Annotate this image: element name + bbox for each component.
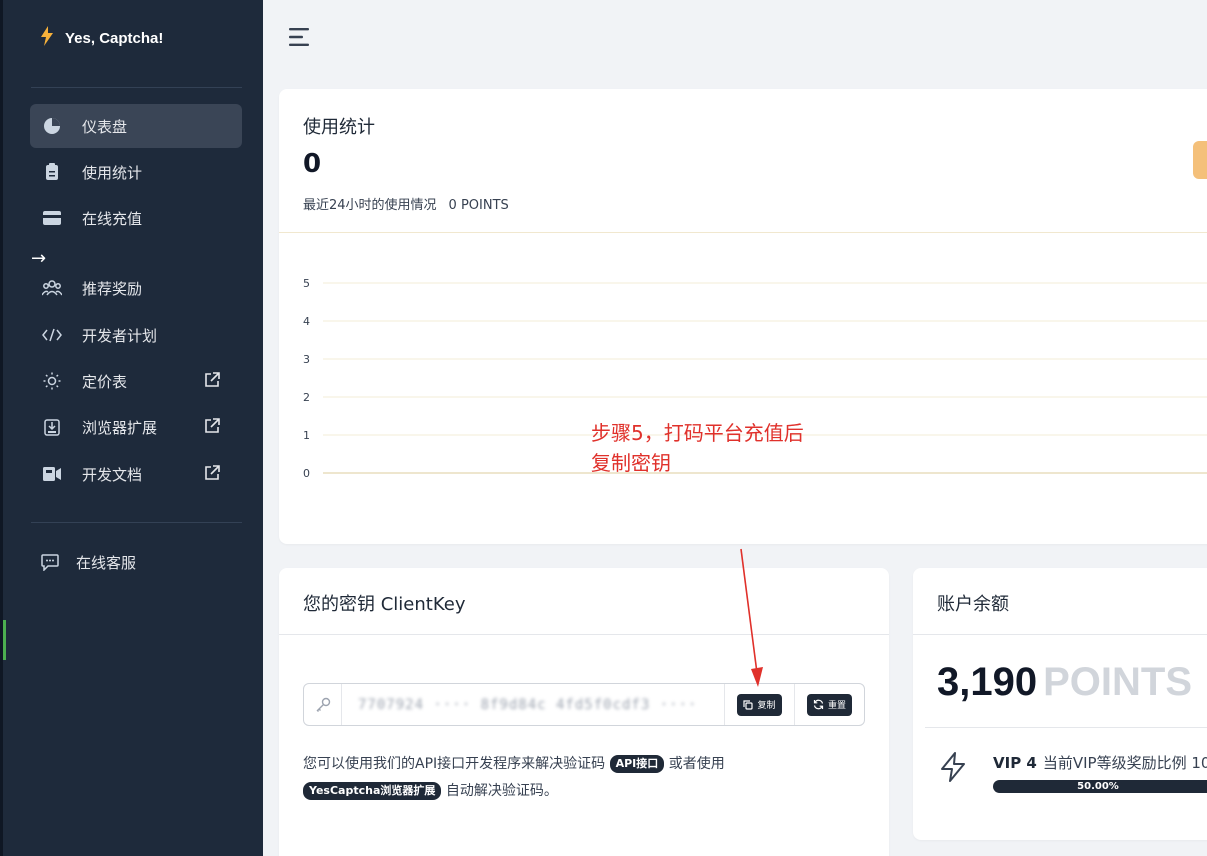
sidebar-item-label: 在线充值 xyxy=(82,209,143,228)
sidebar-divider xyxy=(31,87,242,88)
code-icon xyxy=(42,325,62,345)
sidebar-item-label: 使用统计 xyxy=(82,163,143,182)
lightning-icon xyxy=(940,752,966,782)
sidebar-item-docs[interactable]: 开发文档 xyxy=(30,452,242,496)
card-title: 账户余额 xyxy=(937,594,1009,615)
sidebar-item-pricing[interactable]: 定价表 xyxy=(30,359,242,403)
y-tick-label: 4 xyxy=(303,315,310,328)
menu-toggle-icon[interactable] xyxy=(289,27,311,47)
vip-description: 当前VIP等级奖励比例 10 xyxy=(1042,754,1207,772)
card-divider xyxy=(279,634,889,635)
external-link-icon xyxy=(204,465,220,485)
card-title: 您的密钥 ClientKey xyxy=(303,594,466,615)
sidebar-item-browser-extension[interactable]: 浏览器扩展 xyxy=(30,405,242,449)
balance-amount: 3,190 POINTS xyxy=(937,660,1192,705)
vip-progress-text: 50.00% xyxy=(1077,781,1119,792)
y-tick-label: 2 xyxy=(303,391,310,404)
sidebar-item-label: 开发者计划 xyxy=(82,326,158,345)
copy-icon xyxy=(743,699,754,710)
pie-chart-icon xyxy=(42,116,62,136)
annotation-line: 步骤5，打码平台充值后 xyxy=(591,421,804,445)
extension-link-badge[interactable]: YesCaptcha浏览器扩展 xyxy=(303,782,442,800)
refresh-icon xyxy=(813,699,824,710)
balance-value: 3,190 xyxy=(937,660,1038,704)
sidebar-item-support[interactable]: 在线客服 xyxy=(30,540,242,584)
card-divider xyxy=(925,727,1207,728)
sidebar-item-label: 开发文档 xyxy=(82,465,143,484)
copy-button-label: 复制 xyxy=(757,700,776,710)
balance-unit: POINTS xyxy=(1043,660,1193,704)
usage-period-label: 最近24小时的使用情况 xyxy=(303,198,437,213)
credit-card-icon xyxy=(42,208,62,228)
reset-button[interactable]: 重置 xyxy=(806,693,852,716)
sidebar-item-recharge[interactable]: 在线充值 xyxy=(30,196,242,240)
sidebar-item-developer[interactable]: 开发者计划 xyxy=(30,313,242,357)
sidebar-item-label: 仪表盘 xyxy=(82,117,128,136)
chat-icon xyxy=(40,552,60,572)
usage-subtitle: 最近24小时的使用情况 0 POINTS xyxy=(303,194,509,213)
vip-progress-bar: 50.00% xyxy=(993,780,1207,793)
client-key-input[interactable] xyxy=(342,684,724,725)
external-link-icon xyxy=(204,372,220,392)
users-icon xyxy=(42,278,62,298)
client-key-card: 您的密钥 ClientKey 复制 重置 您可以使用我们的API接口开发程序来解… xyxy=(279,568,889,856)
y-tick-label: 3 xyxy=(303,353,310,366)
sidebar-item-label: 定价表 xyxy=(82,372,128,391)
external-link-icon xyxy=(204,418,220,438)
usage-points: 0 POINTS xyxy=(448,198,509,213)
lightning-logo-icon xyxy=(41,26,53,51)
client-key-field: 复制 重置 xyxy=(303,683,865,726)
api-link-badge[interactable]: API接口 xyxy=(609,755,665,773)
card-title: 使用统计 xyxy=(303,117,375,138)
vip-info: VIP 4 当前VIP等级奖励比例 10 xyxy=(993,752,1207,773)
sidebar-item-label: 推荐奖励 xyxy=(82,279,143,298)
brand-name: Yes, Captcha! xyxy=(65,30,164,47)
sidebar-item-referral[interactable]: 推荐奖励 xyxy=(30,266,242,310)
sidebar-divider xyxy=(31,522,242,523)
document-icon xyxy=(42,464,62,484)
step-annotation: 步骤5，打码平台充值后 复制密钥 xyxy=(591,418,804,478)
key-icon xyxy=(304,684,342,725)
y-tick-label: 5 xyxy=(303,277,310,290)
brand[interactable]: Yes, Captcha! xyxy=(41,26,163,51)
card-divider xyxy=(913,634,1207,635)
window-edge-indicator xyxy=(3,620,6,660)
description-text: 或者使用 xyxy=(668,756,725,772)
sidebar-item-usage-stats[interactable]: 使用统计 xyxy=(30,150,242,194)
account-balance-card: 账户余额 3,190 POINTS VIP 4 当前VIP等级奖励比例 10 50.… xyxy=(913,568,1207,840)
description-text: 您可以使用我们的API接口开发程序来解决验证码 xyxy=(303,756,606,772)
sun-icon xyxy=(42,371,62,391)
copy-button[interactable]: 复制 xyxy=(737,693,782,716)
client-key-description: 您可以使用我们的API接口开发程序来解决验证码 API接口 或者使用 YesCa… xyxy=(303,751,863,805)
description-text: 自动解决验证码。 xyxy=(445,783,558,799)
sidebar: Yes, Captcha! 仪表盘 使用统计 在线充值 → 推荐奖励 开发者计划 xyxy=(0,0,263,856)
reset-button-wrap: 重置 xyxy=(794,684,864,725)
annotation-line: 复制密钥 xyxy=(591,451,671,475)
reset-button-label: 重置 xyxy=(827,700,846,710)
sidebar-item-label: 在线客服 xyxy=(76,553,137,572)
period-select-button[interactable] xyxy=(1193,141,1207,179)
sidebar-item-dashboard[interactable]: 仪表盘 xyxy=(30,104,242,148)
download-icon xyxy=(42,417,62,437)
sidebar-item-label: 浏览器扩展 xyxy=(82,418,158,437)
y-tick-label: 1 xyxy=(303,429,310,442)
usage-value: 0 xyxy=(303,149,322,179)
clipboard-icon xyxy=(42,162,62,182)
y-tick-label: 0 xyxy=(303,467,310,480)
vip-level: VIP 4 xyxy=(993,754,1037,772)
annotation-arrow xyxy=(740,548,763,687)
card-divider xyxy=(279,232,1207,233)
